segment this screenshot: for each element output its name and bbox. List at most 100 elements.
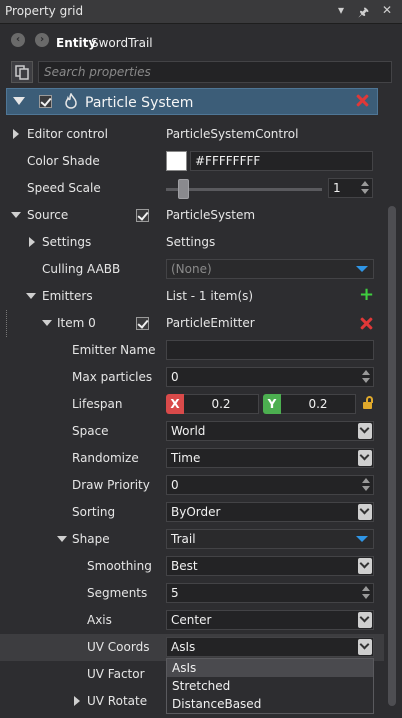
- spinner[interactable]: [360, 369, 372, 385]
- dropdown-option[interactable]: DistanceBased: [167, 695, 373, 713]
- panel-title: Property grid: [5, 4, 84, 18]
- search-input[interactable]: [38, 61, 392, 83]
- row-speed-scale: Speed Scale 1: [0, 175, 384, 202]
- spinner[interactable]: [359, 180, 371, 196]
- scrollbar-thumb[interactable]: [388, 206, 396, 706]
- row-label: UV Factor: [87, 667, 145, 681]
- row-label: Max particles: [72, 370, 153, 384]
- field-value: 0: [171, 370, 179, 384]
- smoothing-combo[interactable]: Best: [166, 556, 374, 576]
- row-shape: Shape Trail: [0, 526, 384, 553]
- x-tag: X: [166, 394, 184, 414]
- row-label: Speed Scale: [27, 181, 101, 195]
- remove-item-icon[interactable]: [360, 317, 373, 330]
- lifespan-x-field[interactable]: 0.2: [184, 394, 259, 414]
- chevron-down-icon[interactable]: [358, 639, 372, 655]
- row-label: Culling AABB: [42, 262, 121, 276]
- chevron-down-icon[interactable]: [358, 423, 372, 439]
- row-value: List - 1 item(s): [166, 289, 254, 303]
- search-mode-icon[interactable]: [11, 61, 33, 83]
- lifespan-y-field[interactable]: 0.2: [281, 394, 356, 414]
- collapse-icon[interactable]: [11, 212, 21, 218]
- close-icon[interactable]: ✕: [382, 3, 392, 17]
- chevron-down-icon[interactable]: [358, 612, 372, 628]
- row-draw-priority: Draw Priority 0: [0, 472, 384, 499]
- collapse-icon[interactable]: [57, 536, 67, 542]
- chevron-down-icon[interactable]: [356, 266, 368, 272]
- speed-scale-slider-thumb[interactable]: [178, 179, 189, 199]
- sorting-combo[interactable]: ByOrder: [166, 502, 374, 522]
- row-label: UV Rotate: [87, 694, 148, 708]
- row-space: Space World: [0, 418, 384, 445]
- row-value: Settings: [166, 235, 216, 249]
- chevron-down-icon[interactable]: [358, 504, 372, 520]
- row-label: Emitters: [42, 289, 93, 303]
- space-combo[interactable]: World: [166, 421, 374, 441]
- collapse-icon[interactable]: [42, 320, 52, 326]
- dropdown-option[interactable]: AsIs: [167, 659, 373, 677]
- spinner[interactable]: [360, 477, 372, 493]
- field-value: Center: [171, 613, 212, 627]
- speed-scale-field[interactable]: 1: [328, 178, 373, 198]
- row-segments: Segments 5: [0, 580, 384, 607]
- entity-name: SwordTrail: [91, 36, 153, 50]
- entity-bar: ‹ › Entity SwordTrail: [0, 28, 402, 54]
- source-checkbox[interactable]: [136, 209, 149, 222]
- field-value: Time: [171, 451, 201, 465]
- expand-icon[interactable]: [13, 129, 19, 139]
- shape-combo[interactable]: Trail: [166, 529, 374, 549]
- row-item-0: Item 0 ParticleEmitter: [0, 310, 384, 337]
- emitter-name-field[interactable]: [166, 340, 374, 360]
- expand-icon[interactable]: [74, 696, 80, 706]
- row-label: Lifespan: [72, 397, 123, 411]
- axis-combo[interactable]: Center: [166, 610, 374, 630]
- item0-checkbox[interactable]: [136, 317, 149, 330]
- expand-icon[interactable]: [29, 237, 35, 247]
- row-label: Smoothing: [87, 559, 152, 573]
- color-swatch[interactable]: [166, 151, 187, 171]
- remove-component-icon[interactable]: [356, 94, 369, 107]
- forward-icon[interactable]: ›: [35, 33, 49, 47]
- component-header-particle-system[interactable]: Particle System: [6, 88, 378, 115]
- uv-coords-dropdown-list: AsIs Stretched DistanceBased: [166, 658, 374, 714]
- row-label: Space: [72, 424, 109, 438]
- row-emitter-name: Emitter Name: [0, 337, 384, 364]
- pin-icon[interactable]: 🖈: [358, 3, 369, 24]
- lock-icon[interactable]: [363, 396, 373, 410]
- row-label: Draw Priority: [72, 478, 150, 492]
- row-label: Axis: [87, 613, 112, 627]
- spinner[interactable]: [360, 585, 372, 601]
- field-value: 1: [333, 181, 341, 195]
- color-hex-field[interactable]: #FFFFFFFF: [190, 151, 373, 171]
- row-label: Source: [27, 208, 69, 222]
- scrollbar[interactable]: [384, 88, 402, 718]
- property-grid: Particle System Editor control ParticleS…: [0, 88, 384, 718]
- row-label: UV Coords: [87, 640, 150, 654]
- component-enabled-checkbox[interactable]: [39, 95, 52, 108]
- draw-priority-field[interactable]: 0: [166, 475, 374, 495]
- row-label: Item 0: [57, 316, 96, 330]
- row-value: ParticleEmitter: [166, 316, 255, 330]
- field-value: 0: [171, 478, 179, 492]
- uv-coords-combo[interactable]: AsIs: [166, 637, 374, 657]
- segments-field[interactable]: 5: [166, 583, 374, 603]
- dropdown-menu-icon[interactable]: ▾: [338, 3, 344, 17]
- chevron-down-icon[interactable]: [358, 450, 372, 466]
- randomize-combo[interactable]: Time: [166, 448, 374, 468]
- dropdown-option[interactable]: Stretched: [167, 677, 373, 695]
- field-value: ByOrder: [171, 505, 221, 519]
- max-particles-field[interactable]: 0: [166, 367, 374, 387]
- y-tag: Y: [263, 394, 281, 414]
- row-label: Settings: [42, 235, 92, 249]
- culling-aabb-combo[interactable]: (None): [166, 259, 374, 279]
- collapse-icon[interactable]: [13, 97, 25, 105]
- speed-scale-slider-track[interactable]: [166, 188, 322, 191]
- chevron-down-icon[interactable]: [356, 536, 368, 542]
- add-emitter-icon[interactable]: +: [359, 286, 374, 304]
- collapse-icon[interactable]: [26, 293, 36, 299]
- chevron-down-icon[interactable]: [358, 558, 372, 574]
- row-axis: Axis Center: [0, 607, 384, 634]
- row-value: ParticleSystem: [166, 208, 256, 222]
- component-title: Particle System: [85, 95, 194, 111]
- back-icon[interactable]: ‹: [11, 33, 25, 47]
